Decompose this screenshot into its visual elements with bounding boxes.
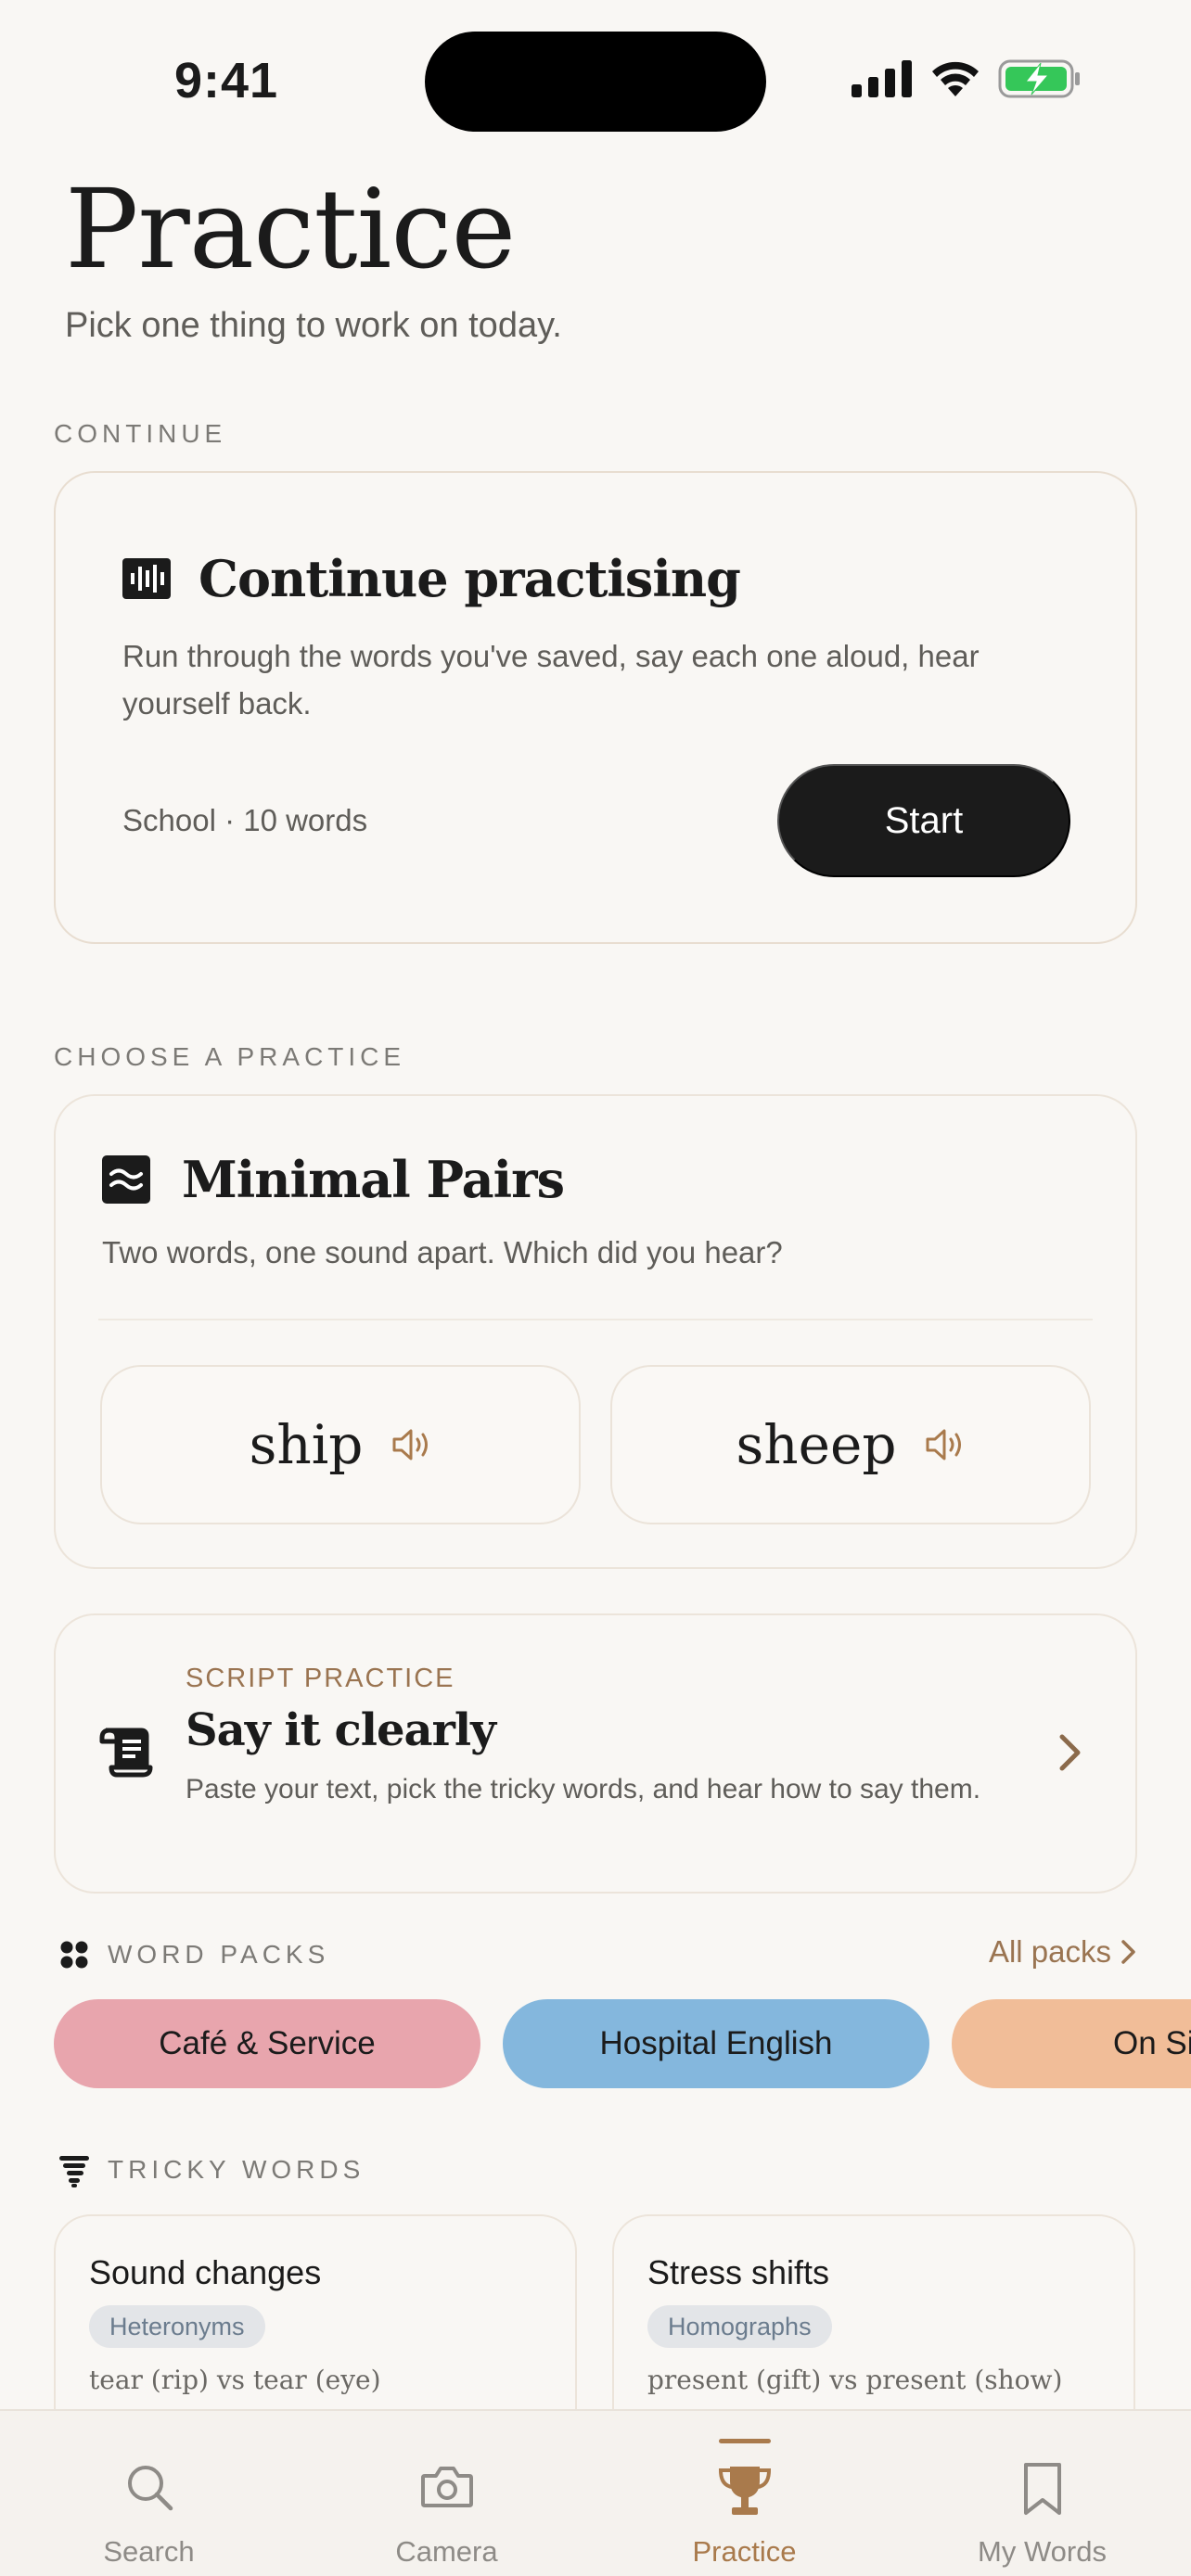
waveform-icon xyxy=(122,558,171,599)
search-icon xyxy=(127,2466,173,2511)
minimal-pairs-card[interactable]: Minimal Pairs Two words, one sound apart… xyxy=(54,1094,1137,1569)
dynamic-island xyxy=(425,32,766,132)
battery-charging-icon xyxy=(998,59,1080,98)
script-practice-card[interactable]: SCRIPT PRACTICE Say it clearly Paste you… xyxy=(54,1613,1137,1894)
bookmark-icon xyxy=(1023,2463,1061,2515)
tricky-card-title: Stress shifts xyxy=(647,2253,830,2291)
pair-button-sheep[interactable]: sheep xyxy=(610,1365,1091,1524)
word-packs-label: WORD PACKS xyxy=(108,1940,330,1969)
continue-description: Run through the words you've saved, say … xyxy=(122,639,980,721)
cellular-signal-icon xyxy=(852,60,912,97)
word-pack-chip[interactable]: Café & Service xyxy=(54,1999,480,2088)
continue-title: Continue practising xyxy=(198,549,741,608)
tricky-card-title: Sound changes xyxy=(89,2253,322,2291)
minimal-pairs-title: Minimal Pairs xyxy=(182,1150,565,1209)
tricky-words-label: TRICKY WORDS xyxy=(108,2155,365,2184)
tricky-card-example: tear (rip) vs tear (eye) xyxy=(89,2365,381,2395)
tab-bar: Search Camera Practice My Words xyxy=(0,2409,1191,2576)
tab-camera[interactable]: Camera xyxy=(298,2411,596,2576)
word-packs-header: WORD PACKS All packs xyxy=(54,1934,1137,1975)
continue-card[interactable]: Continue practising Run through the word… xyxy=(54,471,1137,944)
page-title: Practice xyxy=(65,165,516,293)
all-packs-link[interactable]: All packs xyxy=(989,1934,1137,1970)
tab-label: Search xyxy=(103,2535,195,2568)
active-tab-indicator xyxy=(718,2439,771,2443)
tab-search[interactable]: Search xyxy=(0,2411,298,2576)
chevron-right-icon xyxy=(1059,1734,1081,1771)
divider xyxy=(98,1319,1093,1320)
tricky-card-example: present (gift) vs present (show) xyxy=(647,2365,1063,2395)
all-packs-label: All packs xyxy=(988,1934,1111,1969)
word-pack-row[interactable]: Café & Service Hospital English On Si xyxy=(54,1999,1191,2088)
pair-word: ship xyxy=(249,1413,364,1476)
chevron-right-icon xyxy=(1121,1940,1135,1964)
section-label-choose: CHOOSE A PRACTICE xyxy=(54,1042,406,1071)
grid-dots-icon xyxy=(60,1941,88,1969)
start-button[interactable]: Start xyxy=(777,764,1070,877)
script-practice-description: Paste your text, pick the tricky words, … xyxy=(186,1774,981,1804)
wifi-icon xyxy=(932,61,979,96)
page-subtitle: Pick one thing to work on today. xyxy=(65,306,562,345)
word-pack-chip[interactable]: Hospital English xyxy=(503,1999,929,2088)
scroll-icon xyxy=(99,1728,153,1778)
section-label-continue: CONTINUE xyxy=(54,419,227,448)
camera-icon xyxy=(420,2467,473,2507)
speaker-icon xyxy=(392,1429,429,1460)
tab-my-words[interactable]: My Words xyxy=(893,2411,1191,2576)
tab-label: Practice xyxy=(692,2535,797,2568)
tornado-icon xyxy=(59,2156,89,2187)
pair-word: sheep xyxy=(736,1413,897,1476)
script-practice-eyebrow: SCRIPT PRACTICE xyxy=(186,1664,455,1693)
tab-practice[interactable]: Practice xyxy=(596,2411,893,2576)
speaker-icon xyxy=(926,1429,962,1460)
minimal-pairs-description: Two words, one sound apart. Which did yo… xyxy=(102,1235,783,1269)
status-icons xyxy=(852,59,1082,98)
tricky-card-tag: Homographs xyxy=(647,2305,832,2348)
script-practice-title: Say it clearly xyxy=(186,1704,496,1756)
status-bar: 9:41 xyxy=(0,0,1191,158)
tab-label: My Words xyxy=(978,2535,1107,2568)
tab-label: Camera xyxy=(395,2535,498,2568)
status-time: 9:41 xyxy=(174,53,279,108)
waves-icon xyxy=(102,1155,150,1204)
continue-meta: School · 10 words xyxy=(122,803,368,837)
word-pack-chip[interactable]: On Si xyxy=(952,1999,1191,2088)
pair-button-ship[interactable]: ship xyxy=(100,1365,581,1524)
tricky-card-tag: Heteronyms xyxy=(89,2305,265,2348)
trophy-icon xyxy=(718,2467,771,2515)
